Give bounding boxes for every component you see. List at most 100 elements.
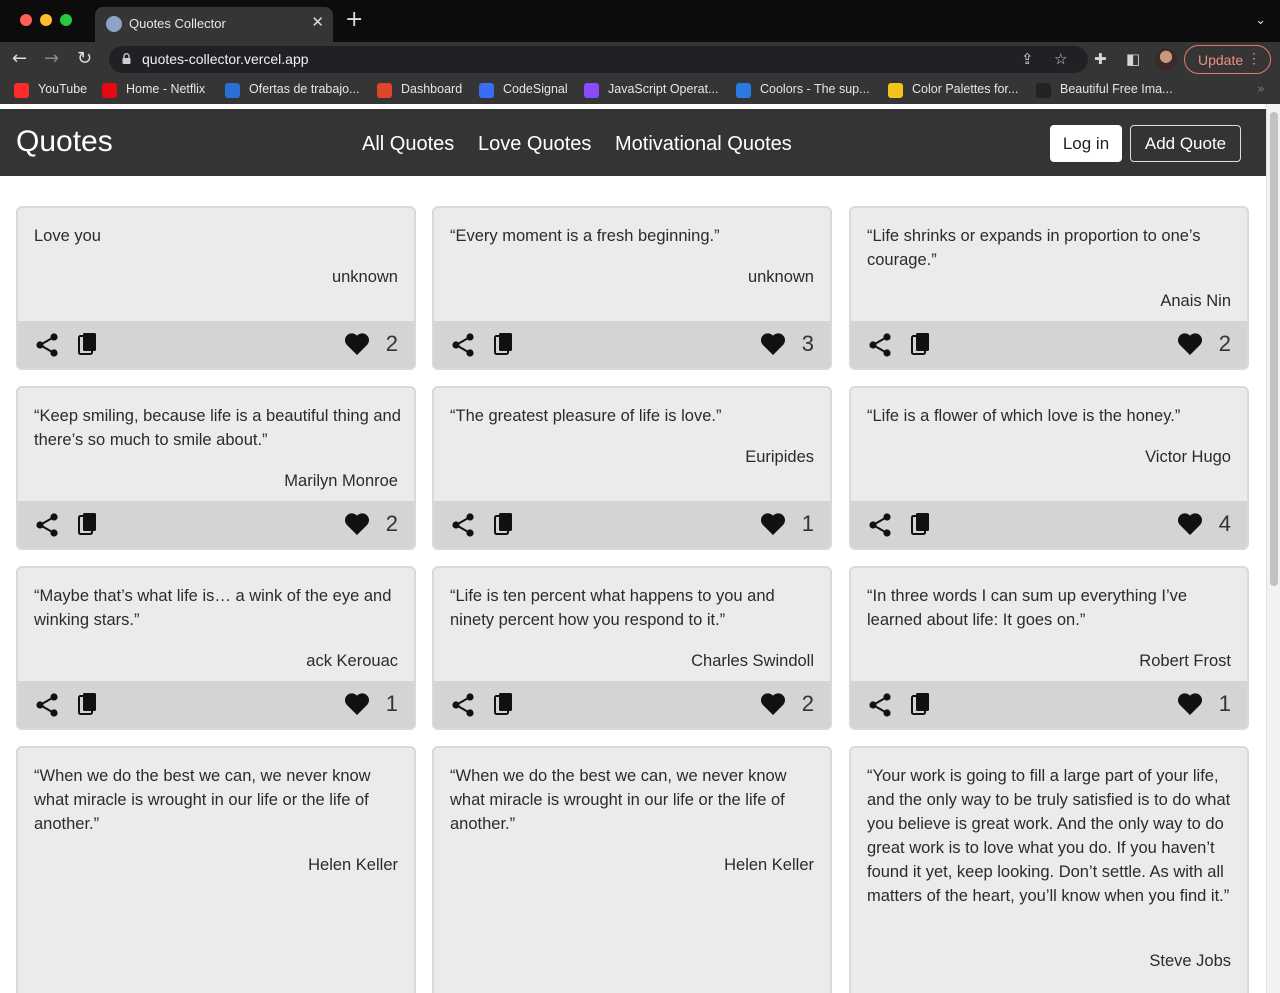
quote-author: ack Kerouac — [306, 652, 398, 670]
like-count: 2 — [801, 691, 814, 716]
quote-author: unknown — [747, 268, 814, 286]
quote-card-footer: 2 — [434, 681, 830, 728]
copy-icon[interactable] — [78, 332, 98, 356]
share-icon[interactable] — [34, 512, 60, 538]
copy-icon[interactable] — [494, 692, 514, 716]
quote-card-footer: 4 — [851, 501, 1247, 548]
heart-icon[interactable] — [760, 692, 786, 716]
quote-text: “Keep smiling, because life is a beautif… — [34, 407, 401, 449]
quote-author: Anais Nin — [1160, 292, 1231, 310]
profile-avatar[interactable] — [1155, 48, 1177, 70]
dashboard-icon — [377, 83, 392, 98]
login-button[interactable]: Log in — [1050, 125, 1122, 162]
heart-icon[interactable] — [344, 692, 370, 716]
bookmark-netflix[interactable]: Home - Netflix — [126, 82, 205, 96]
share-icon[interactable] — [450, 512, 476, 538]
bookmark-javascript[interactable]: JavaScript Operat... — [608, 82, 718, 96]
heart-icon[interactable] — [1177, 692, 1203, 716]
quote-card: “Life is ten percent what happens to you… — [432, 566, 832, 730]
bookmark-youtube[interactable]: YouTube — [38, 82, 87, 96]
quote-text: “When we do the best we can, we never kn… — [450, 767, 787, 833]
bookmark-ofertas[interactable]: Ofertas de trabajo... — [249, 82, 359, 96]
quote-card: “Life is a flower of which love is the h… — [849, 386, 1249, 550]
bookmark-star-icon[interactable]: ☆ — [1054, 50, 1067, 68]
copy-icon[interactable] — [78, 692, 98, 716]
copy-icon[interactable] — [494, 332, 514, 356]
copy-icon[interactable] — [911, 692, 931, 716]
maximize-window-button[interactable] — [60, 14, 72, 26]
tab-search-chevron-icon[interactable]: ⌄ — [1255, 13, 1266, 28]
tab-favicon-icon — [106, 16, 122, 32]
copy-icon[interactable] — [78, 512, 98, 536]
share-icon[interactable] — [450, 692, 476, 718]
color-palettes-icon — [888, 83, 903, 98]
extensions-icon[interactable]: ✚ — [1094, 50, 1107, 68]
heart-icon[interactable] — [1177, 332, 1203, 356]
scrollbar-thumb[interactable] — [1270, 112, 1278, 586]
quote-card: “When we do the best we can, we never kn… — [16, 746, 416, 993]
quote-card-footer: 2 — [851, 321, 1247, 368]
like-count: 2 — [1218, 331, 1231, 356]
quote-text: “Life is ten percent what happens to you… — [450, 587, 775, 629]
quote-card-footer: 2 — [18, 501, 414, 548]
browser-tab[interactable]: Quotes Collector ✕ — [95, 7, 333, 42]
bookmark-codesignal[interactable]: CodeSignal — [503, 82, 568, 96]
quote-card: “The greatest pleasure of life is love.”… — [432, 386, 832, 550]
copy-icon[interactable] — [911, 512, 931, 536]
heart-icon[interactable] — [760, 512, 786, 536]
bookmark-coolors[interactable]: Coolors - The sup... — [760, 82, 870, 96]
share-icon[interactable] — [34, 692, 60, 718]
page-scrollbar[interactable] — [1266, 104, 1280, 993]
quote-author: unknown — [331, 268, 398, 286]
share-icon[interactable] — [867, 692, 893, 718]
quote-card-footer: 3 — [434, 321, 830, 368]
netflix-icon — [102, 83, 117, 98]
nav-motivational-quotes[interactable]: Motivational Quotes — [615, 133, 792, 156]
quote-author: Helen Keller — [724, 856, 814, 874]
quote-text: “Life shrinks or expands in proportion t… — [867, 227, 1201, 269]
update-button[interactable]: Update ⋮ — [1184, 45, 1271, 74]
more-menu-icon[interactable]: ⋮ — [1247, 50, 1261, 67]
bookmark-free-images[interactable]: Beautiful Free Ima... — [1060, 82, 1173, 96]
heart-icon[interactable] — [1177, 512, 1203, 536]
copy-icon[interactable] — [911, 332, 931, 356]
update-label: Update — [1198, 52, 1244, 68]
nav-love-quotes[interactable]: Love Quotes — [478, 133, 591, 156]
app-navbar: Quotes All Quotes Love Quotes Motivation… — [0, 109, 1266, 176]
quote-card: “Maybe that’s what life is… a wink of th… — [16, 566, 416, 730]
share-icon[interactable] — [867, 332, 893, 358]
quote-card: “Every moment is a fresh beginning.” unkn… — [432, 206, 832, 370]
tab-close-icon[interactable]: ✕ — [311, 13, 324, 31]
like-count: 2 — [385, 511, 398, 536]
add-quote-button[interactable]: Add Quote — [1130, 125, 1241, 162]
share-icon[interactable] — [867, 512, 893, 538]
quote-card: Love you unknown 2 — [16, 206, 416, 370]
ofertas-icon — [225, 83, 240, 98]
close-window-button[interactable] — [20, 14, 32, 26]
minimize-window-button[interactable] — [40, 14, 52, 26]
address-bar[interactable]: quotes-collector.vercel.app ⇪ ☆ — [109, 46, 1088, 73]
share-icon[interactable] — [450, 332, 476, 358]
reload-icon[interactable]: ↻ — [77, 49, 92, 69]
quote-card-footer: 1 — [18, 681, 414, 728]
forward-icon[interactable]: → — [44, 49, 59, 69]
share-icon[interactable] — [34, 332, 60, 358]
back-icon[interactable]: ← — [12, 49, 27, 69]
like-count: 2 — [385, 331, 398, 356]
heart-icon[interactable] — [760, 332, 786, 356]
heart-icon[interactable] — [344, 512, 370, 536]
side-panel-icon[interactable]: ◧ — [1126, 50, 1140, 68]
quote-text: “Maybe that’s what life is… a wink of th… — [34, 587, 392, 629]
brand-logo[interactable]: Quotes — [16, 125, 113, 159]
bookmarks-overflow-icon[interactable]: » — [1257, 82, 1265, 97]
like-count: 3 — [801, 331, 814, 356]
nav-all-quotes[interactable]: All Quotes — [362, 133, 454, 156]
new-tab-icon[interactable]: + — [345, 9, 363, 31]
like-count: 1 — [385, 691, 398, 716]
copy-icon[interactable] — [494, 512, 514, 536]
quote-author: Steve Jobs — [1149, 952, 1231, 970]
bookmark-color-palettes[interactable]: Color Palettes for... — [912, 82, 1018, 96]
heart-icon[interactable] — [344, 332, 370, 356]
bookmark-dashboard[interactable]: Dashboard — [401, 82, 462, 96]
share-page-icon[interactable]: ⇪ — [1021, 50, 1034, 68]
